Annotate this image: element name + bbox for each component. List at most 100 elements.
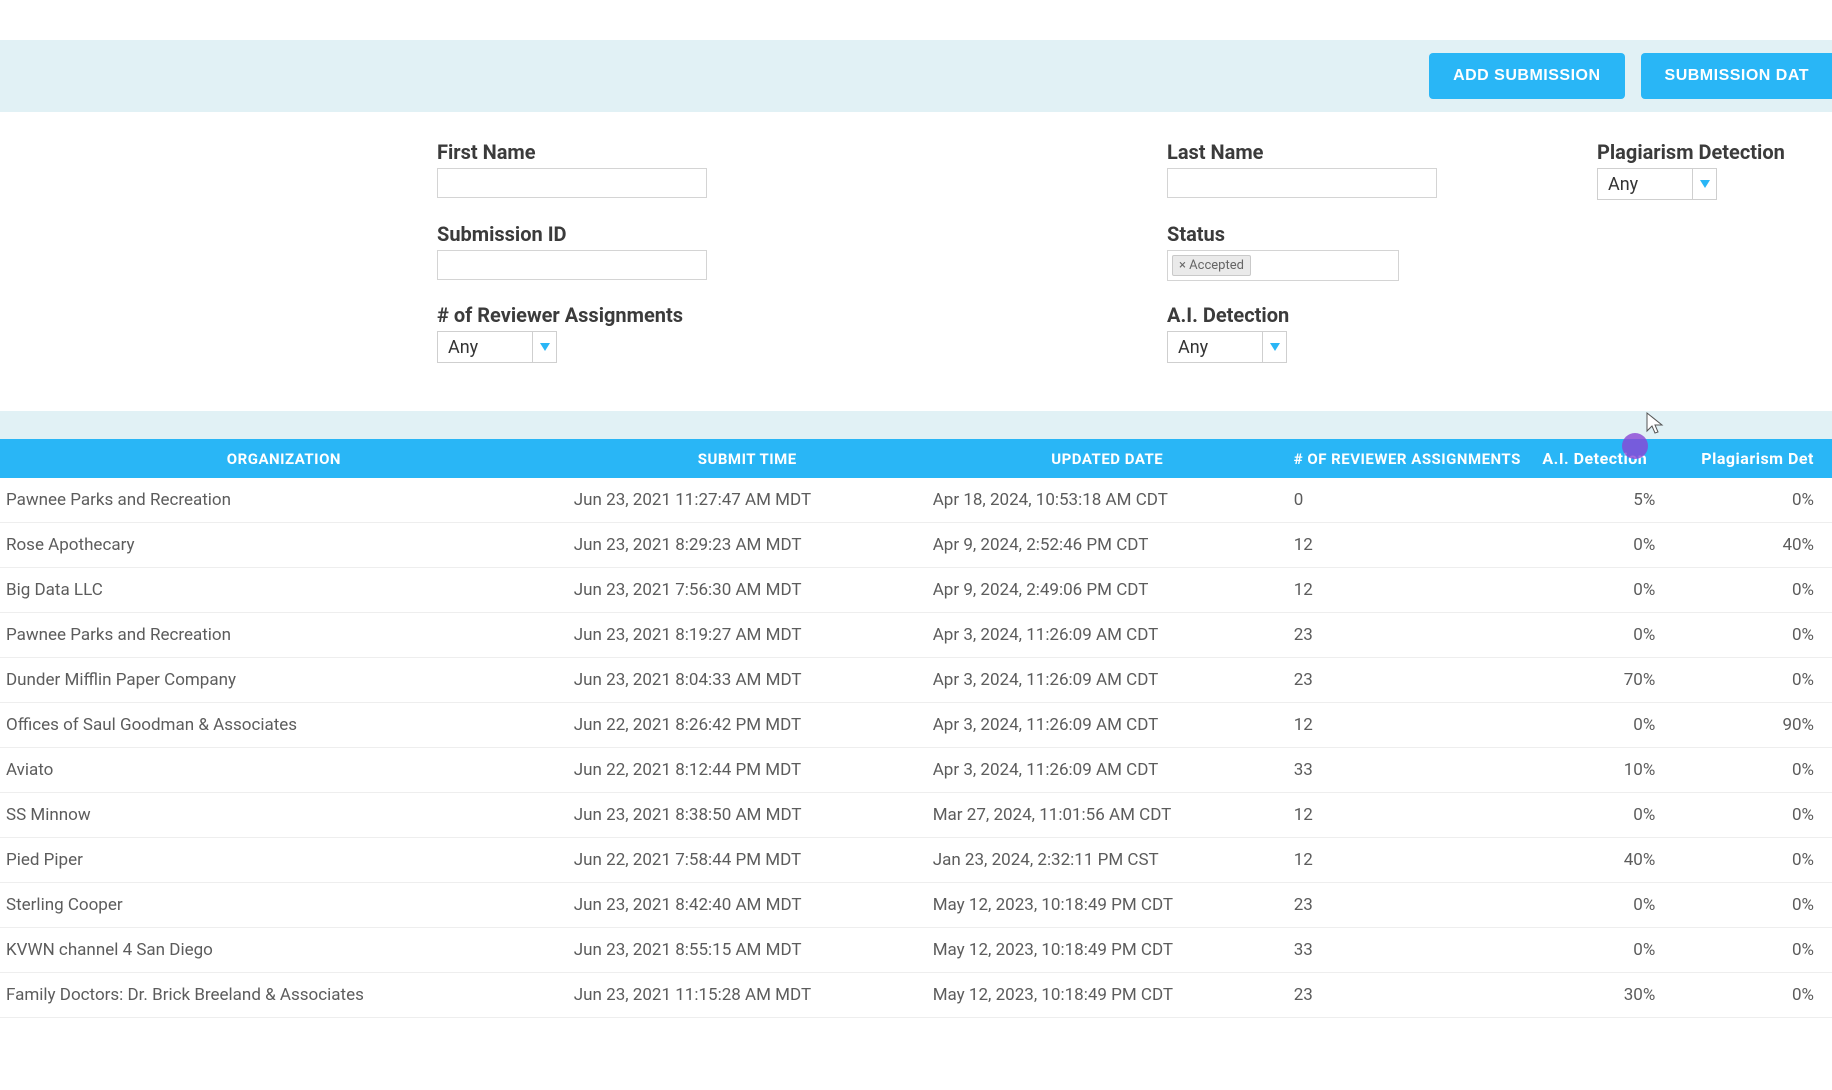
organization: Dunder Mifflin Paper Company xyxy=(0,658,568,703)
table-row[interactable]: Pied PiperJun 22, 2021 7:58:44 PM MDTJan… xyxy=(0,838,1832,883)
reviewer-assignments-select[interactable]: Any xyxy=(437,331,557,363)
first-name-label: First Name xyxy=(437,140,1167,164)
ai-detection-value: 40% xyxy=(1536,838,1695,883)
spacer xyxy=(1597,222,1792,281)
updated-date: Apr 18, 2024, 10:53:18 AM CDT xyxy=(927,478,1288,523)
chevron-down-icon xyxy=(532,332,556,362)
table-row[interactable]: Pawnee Parks and RecreationJun 23, 2021 … xyxy=(0,478,1832,523)
col-updated-date[interactable]: UPDATED DATE xyxy=(927,439,1288,478)
updated-date: May 12, 2023, 10:18:49 PM CDT xyxy=(927,883,1288,928)
ai-detection-block: A.I. Detection Any xyxy=(1167,303,1597,363)
submit-time: Jun 22, 2021 8:26:42 PM MDT xyxy=(568,703,927,748)
plagiarism-value: 0% xyxy=(1695,568,1832,613)
col-submit-time[interactable]: SUBMIT TIME xyxy=(568,439,927,478)
organization: Big Data LLC xyxy=(0,568,568,613)
ai-detection-value: 0% xyxy=(1536,523,1695,568)
table-row[interactable]: KVWN channel 4 San DiegoJun 23, 2021 8:5… xyxy=(0,928,1832,973)
submit-time: Jun 23, 2021 8:55:15 AM MDT xyxy=(568,928,927,973)
ai-detection-value: 0% xyxy=(1536,703,1695,748)
plagiarism-value: 0% xyxy=(1695,793,1832,838)
col-ai-detection[interactable]: A.I. Detection xyxy=(1536,439,1695,478)
updated-date: May 12, 2023, 10:18:49 PM CDT xyxy=(927,928,1288,973)
submissions-table: ORGANIZATION SUBMIT TIME UPDATED DATE # … xyxy=(0,439,1832,1018)
plagiarism-value: 0% xyxy=(1695,613,1832,658)
chevron-down-icon xyxy=(1692,169,1716,199)
organization: Family Doctors: Dr. Brick Breeland & Ass… xyxy=(0,973,568,1018)
submission-id-label: Submission ID xyxy=(437,222,1167,246)
last-name-label: Last Name xyxy=(1167,140,1597,164)
submit-time: Jun 23, 2021 8:19:27 AM MDT xyxy=(568,613,927,658)
submit-time: Jun 22, 2021 7:58:44 PM MDT xyxy=(568,838,927,883)
organization: SS Minnow xyxy=(0,793,568,838)
table-row[interactable]: SS MinnowJun 23, 2021 8:38:50 AM MDTMar … xyxy=(0,793,1832,838)
ai-detection-value: 0% xyxy=(1536,883,1695,928)
table-row[interactable]: Dunder Mifflin Paper CompanyJun 23, 2021… xyxy=(0,658,1832,703)
first-name-input[interactable] xyxy=(437,168,707,198)
submit-time: Jun 23, 2021 8:42:40 AM MDT xyxy=(568,883,927,928)
plagiarism-detection-block: Plagiarism Detection Any xyxy=(1597,140,1792,200)
updated-date: Apr 3, 2024, 11:26:09 AM CDT xyxy=(927,703,1288,748)
organization: KVWN channel 4 San Diego xyxy=(0,928,568,973)
reviewer-count: 12 xyxy=(1288,838,1537,883)
updated-date: Apr 3, 2024, 11:26:09 AM CDT xyxy=(927,748,1288,793)
table-row[interactable]: Pawnee Parks and RecreationJun 23, 2021 … xyxy=(0,613,1832,658)
table-row[interactable]: Sterling CooperJun 23, 2021 8:42:40 AM M… xyxy=(0,883,1832,928)
add-submission-button[interactable]: ADD SUBMISSION xyxy=(1429,53,1624,99)
submission-id-block: Submission ID xyxy=(437,222,1167,281)
table-row[interactable]: Family Doctors: Dr. Brick Breeland & Ass… xyxy=(0,973,1832,1018)
table-row[interactable]: Rose ApothecaryJun 23, 2021 8:29:23 AM M… xyxy=(0,523,1832,568)
filters-panel: First Name Last Name Plagiarism Detectio… xyxy=(0,112,1832,411)
ai-detection-value: 10% xyxy=(1536,748,1695,793)
reviewer-assignments-label: # of Reviewer Assignments xyxy=(437,303,1167,327)
ai-detection-value: 30% xyxy=(1536,973,1695,1018)
reviewer-assignments-value: Any xyxy=(448,337,478,358)
organization: Aviato xyxy=(0,748,568,793)
updated-date: Apr 9, 2024, 2:49:06 PM CDT xyxy=(927,568,1288,613)
updated-date: Apr 3, 2024, 11:26:09 AM CDT xyxy=(927,613,1288,658)
submit-time: Jun 23, 2021 11:27:47 AM MDT xyxy=(568,478,927,523)
reviewer-count: 23 xyxy=(1288,973,1537,1018)
spacer xyxy=(1597,303,1792,363)
submission-id-input[interactable] xyxy=(437,250,707,280)
reviewer-count: 33 xyxy=(1288,928,1537,973)
col-reviewer-assignments[interactable]: # OF REVIEWER ASSIGNMENTS xyxy=(1288,439,1537,478)
submit-time: Jun 23, 2021 8:04:33 AM MDT xyxy=(568,658,927,703)
col-reviewer-assignments-label: # OF REVIEWER ASSIGNMENTS xyxy=(1294,450,1521,468)
ai-detection-value: Any xyxy=(1178,337,1208,358)
table-row[interactable]: Offices of Saul Goodman & AssociatesJun … xyxy=(0,703,1832,748)
ai-detection-label: A.I. Detection xyxy=(1167,303,1597,327)
reviewer-count: 33 xyxy=(1288,748,1537,793)
submit-time: Jun 23, 2021 8:38:50 AM MDT xyxy=(568,793,927,838)
divider-bar xyxy=(0,411,1832,439)
submit-time: Jun 22, 2021 8:12:44 PM MDT xyxy=(568,748,927,793)
table-header-row: ORGANIZATION SUBMIT TIME UPDATED DATE # … xyxy=(0,439,1832,478)
table-row[interactable]: Big Data LLCJun 23, 2021 7:56:30 AM MDTA… xyxy=(0,568,1832,613)
top-spacer xyxy=(0,0,1832,40)
organization: Offices of Saul Goodman & Associates xyxy=(0,703,568,748)
action-bar: ADD SUBMISSION SUBMISSION DAT xyxy=(0,40,1832,112)
organization: Pawnee Parks and Recreation xyxy=(0,478,568,523)
col-organization[interactable]: ORGANIZATION xyxy=(0,439,568,478)
ai-detection-value: 0% xyxy=(1536,928,1695,973)
plagiarism-value: 0% xyxy=(1695,658,1832,703)
plagiarism-detection-select[interactable]: Any xyxy=(1597,168,1717,200)
status-tag-accepted[interactable]: × Accepted xyxy=(1172,255,1251,276)
col-plagiarism-detection[interactable]: Plagiarism Det xyxy=(1695,439,1832,478)
ai-detection-value: 0% xyxy=(1536,568,1695,613)
reviewer-count: 12 xyxy=(1288,703,1537,748)
table-row[interactable]: AviatoJun 22, 2021 8:12:44 PM MDTApr 3, … xyxy=(0,748,1832,793)
submit-time: Jun 23, 2021 7:56:30 AM MDT xyxy=(568,568,927,613)
submission-data-button[interactable]: SUBMISSION DAT xyxy=(1641,53,1832,99)
updated-date: Apr 9, 2024, 2:52:46 PM CDT xyxy=(927,523,1288,568)
reviewer-count: 0 xyxy=(1288,478,1537,523)
reviewer-count: 12 xyxy=(1288,793,1537,838)
first-name-block: First Name xyxy=(437,140,1167,200)
plagiarism-value: 0% xyxy=(1695,838,1832,883)
status-input[interactable]: × Accepted xyxy=(1167,250,1399,281)
plagiarism-value: 0% xyxy=(1695,883,1832,928)
updated-date: May 12, 2023, 10:18:49 PM CDT xyxy=(927,973,1288,1018)
last-name-input[interactable] xyxy=(1167,168,1437,198)
status-label: Status xyxy=(1167,222,1597,246)
plagiarism-value: 40% xyxy=(1695,523,1832,568)
ai-detection-select[interactable]: Any xyxy=(1167,331,1287,363)
